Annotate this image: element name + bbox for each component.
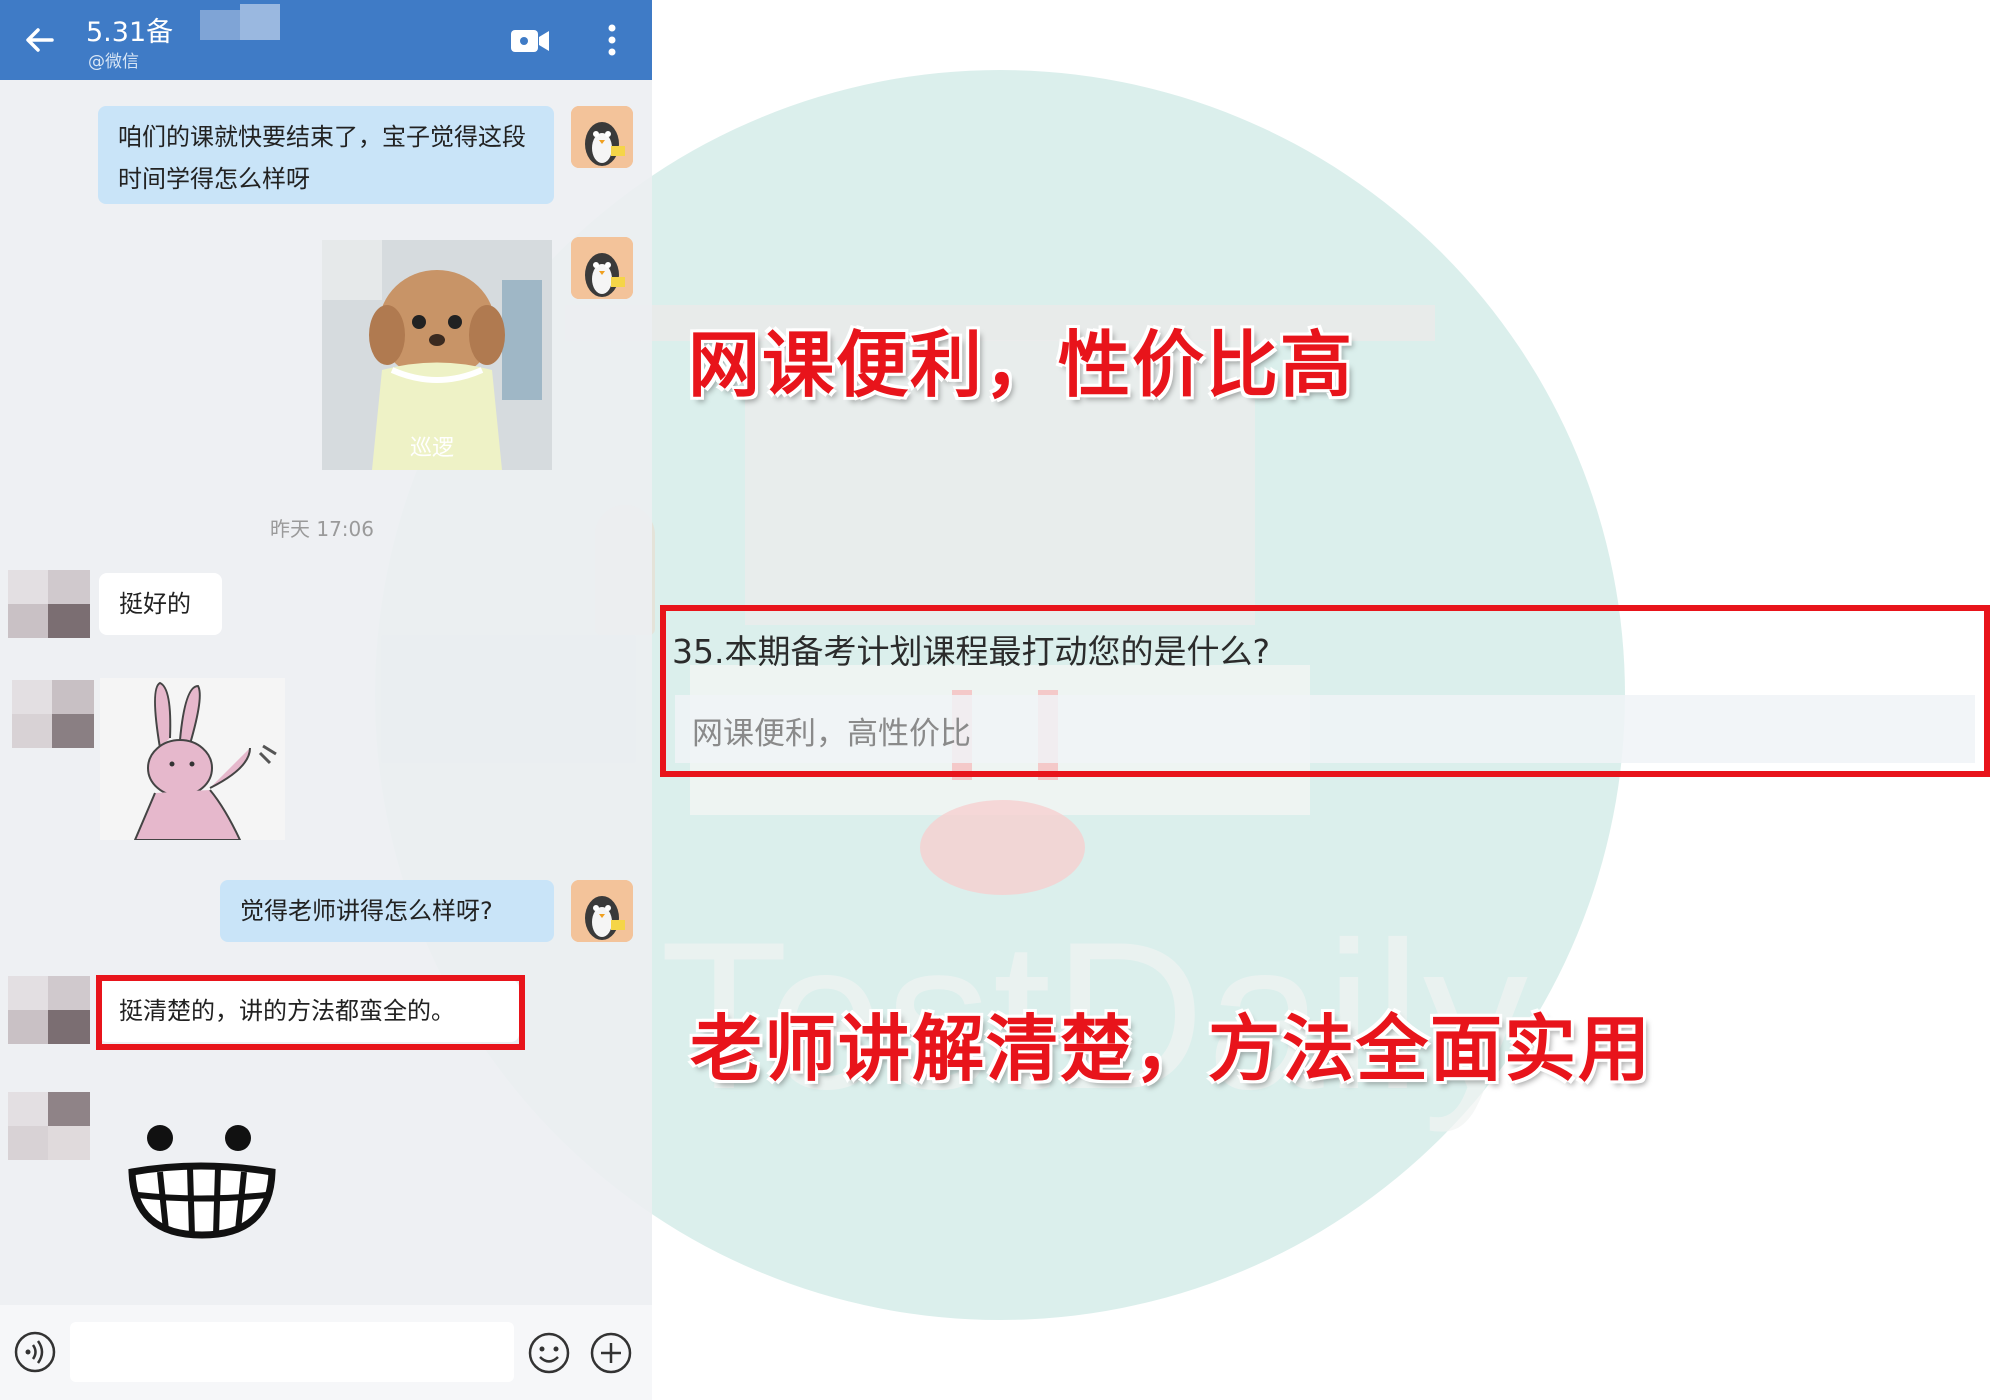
sticker-caption: 巡逻 <box>410 436 455 461</box>
contact-avatar-redacted[interactable] <box>8 976 90 1044</box>
grin-sticker-image[interactable] <box>120 1120 285 1240</box>
highlight-box-reply <box>96 975 525 1050</box>
chat-title: 5.31备 <box>86 17 174 48</box>
contact-avatar-redacted[interactable] <box>12 680 94 748</box>
redaction-mosaic <box>200 10 240 40</box>
chat-subtitle: @微信 <box>88 52 139 72</box>
my-avatar[interactable] <box>571 237 633 299</box>
redaction-mosaic <box>240 4 280 40</box>
message-timestamp: 昨天 17:06 <box>270 517 374 541</box>
my-avatar[interactable] <box>571 880 633 942</box>
headline-teacher: 老师讲解清楚，方法全面实用 <box>690 1007 1653 1091</box>
my-avatar[interactable] <box>571 106 633 168</box>
highlight-box-survey <box>660 605 1990 777</box>
message-text-input[interactable] <box>70 1322 514 1382</box>
voice-input-icon[interactable] <box>13 1330 57 1374</box>
message-bubble-incoming[interactable]: 挺好的 <box>99 573 222 635</box>
back-arrow-icon[interactable] <box>22 22 58 58</box>
plus-icon[interactable] <box>589 1331 633 1375</box>
more-options-icon[interactable] <box>600 20 624 60</box>
emoji-icon[interactable] <box>527 1331 571 1375</box>
penguin-avatar-icon <box>571 880 633 942</box>
penguin-avatar-icon <box>571 106 633 168</box>
message-bubble-outgoing[interactable]: 咱们的课就快要结束了，宝子觉得这段时间学得怎么样呀 <box>98 106 554 204</box>
headline-convenience: 网课便利，性价比高 <box>688 323 1355 407</box>
chat-screen <box>0 0 652 1400</box>
penguin-avatar-icon <box>571 237 633 299</box>
message-bubble-outgoing[interactable]: 觉得老师讲得怎么样呀? <box>220 880 554 942</box>
watermark-bow <box>920 800 1085 895</box>
contact-avatar-redacted[interactable] <box>8 570 90 638</box>
rabbit-sticker-image[interactable] <box>100 678 285 841</box>
video-call-icon[interactable] <box>510 28 550 54</box>
contact-avatar-redacted[interactable] <box>8 1092 90 1160</box>
